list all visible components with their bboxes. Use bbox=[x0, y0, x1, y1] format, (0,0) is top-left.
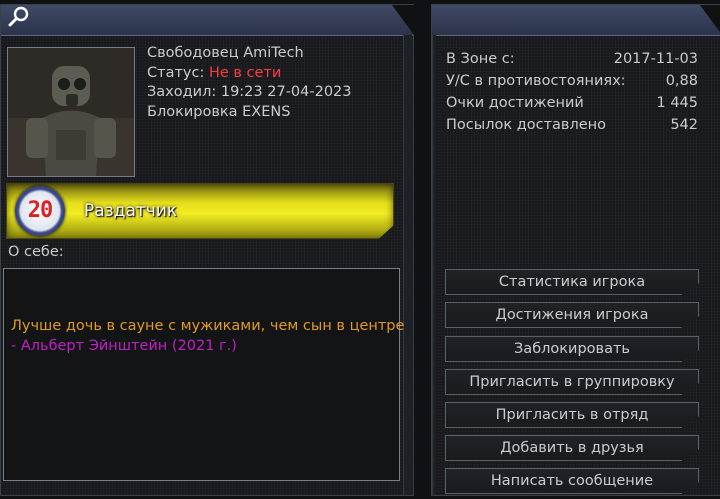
stat-value: 2017-11-03 bbox=[613, 51, 698, 67]
player-avatar bbox=[7, 47, 135, 177]
stat-label: Посылок доставлено bbox=[446, 117, 606, 133]
player-stats-button[interactable]: Статистика игрока bbox=[445, 269, 699, 295]
rank-title: Раздатчик bbox=[84, 201, 178, 221]
rank-badge: 20 bbox=[15, 186, 65, 236]
about-box bbox=[3, 268, 400, 481]
search-icon[interactable] bbox=[8, 5, 30, 27]
panel-divider bbox=[403, 35, 412, 495]
stat-value: 0,88 bbox=[665, 73, 698, 89]
player-name: Свободовец AmiTech bbox=[147, 45, 304, 61]
stat-value: 1 445 bbox=[656, 95, 698, 111]
quote-text: Лучше дочь в сауне с мужиками, чем сын в… bbox=[11, 318, 405, 334]
stat-row: Очки достижений 1 445 bbox=[446, 92, 698, 114]
stats-list: В Зоне с: 2017-11-03 У/С в противостояни… bbox=[446, 48, 698, 136]
last-seen: Заходил: 19:23 27-04-2023 bbox=[147, 84, 352, 100]
about-label: О себе: bbox=[8, 244, 64, 260]
status-value: Не в сети bbox=[208, 64, 282, 81]
profile-info: Свободовец AmiTech Статус: Не в сети Зах… bbox=[147, 44, 352, 122]
rank-level: 20 bbox=[27, 198, 54, 223]
stat-label: В Зоне с: bbox=[446, 51, 515, 67]
stat-row: В Зоне с: 2017-11-03 bbox=[446, 48, 698, 70]
about-quote: Лучше дочь в сауне с мужиками, чем сын в… bbox=[11, 316, 404, 356]
quote-author: - Альберт Эйнштейн (2021 г.) bbox=[11, 338, 237, 354]
invite-to-squad-button[interactable]: Пригласить в отряд bbox=[445, 402, 699, 428]
add-friend-button[interactable]: Добавить в друзья bbox=[445, 435, 699, 461]
player-achievements-button[interactable]: Достижения игрока bbox=[445, 302, 699, 328]
send-message-button[interactable]: Написать сообщение bbox=[445, 468, 699, 494]
profile-panel-header bbox=[1, 5, 414, 36]
stat-row: Посылок доставлено 542 bbox=[446, 114, 698, 136]
stat-label: Очки достижений bbox=[446, 95, 584, 111]
stat-value: 542 bbox=[670, 117, 698, 133]
status-row: Статус: Не в сети bbox=[147, 64, 352, 84]
stats-panel-header bbox=[432, 5, 720, 36]
stat-row: У/С в противостояниях: 0,88 bbox=[446, 70, 698, 92]
stat-label: У/С в противостояниях: bbox=[446, 73, 626, 89]
block-player-button[interactable]: Заблокировать bbox=[445, 336, 699, 362]
status-label: Статус: bbox=[147, 64, 205, 81]
invite-to-faction-button[interactable]: Пригласить в группировку bbox=[445, 369, 699, 395]
block-note: Блокировка EXENS bbox=[147, 103, 291, 120]
stats-panel-edge bbox=[432, 35, 436, 495]
